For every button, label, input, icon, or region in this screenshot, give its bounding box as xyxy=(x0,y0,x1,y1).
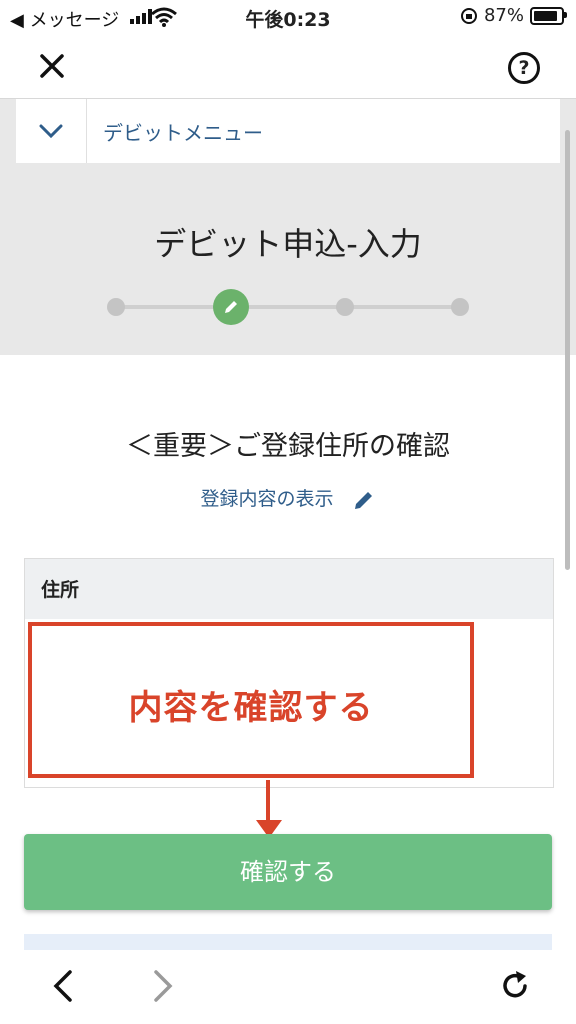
address-header: 住所 xyxy=(25,559,553,619)
battery-icon xyxy=(530,6,567,25)
annotation-box: 内容を確認する xyxy=(28,622,474,778)
progress-stepper xyxy=(107,289,469,325)
view-registration-link[interactable]: 登録内容の表示 xyxy=(0,484,576,512)
pencil-icon xyxy=(225,301,237,313)
battery-fill xyxy=(534,10,557,21)
chevron-down-icon[interactable] xyxy=(16,99,87,163)
debit-menu-label[interactable]: デビットメニュー xyxy=(103,117,263,146)
battery-percent: 87% xyxy=(483,5,524,26)
status-bar: ◀ メッセージ 午後0:23 87% xyxy=(0,0,576,34)
section-title: ＜重要＞ご登録住所の確認 xyxy=(126,431,450,462)
step-3 xyxy=(336,298,354,316)
page-title: デビット申込-入力 xyxy=(154,225,422,263)
scrollbar[interactable] xyxy=(565,130,570,570)
annotation-text: 内容を確認する xyxy=(128,688,374,728)
close-icon[interactable] xyxy=(34,48,70,84)
annotation-arrow-icon xyxy=(256,780,282,838)
step-4 xyxy=(451,298,469,316)
debit-menu-bar[interactable]: デビットメニュー xyxy=(16,99,560,163)
step-1 xyxy=(107,298,125,316)
chevron-left-icon[interactable] xyxy=(48,968,76,1004)
bottom-toolbar xyxy=(0,950,576,1024)
chevron-right-icon[interactable] xyxy=(150,968,178,1004)
orientation-lock-icon xyxy=(460,7,477,24)
status-right: 87% xyxy=(460,5,567,26)
pencil-icon[interactable] xyxy=(352,488,376,512)
reload-icon[interactable] xyxy=(498,968,532,1004)
view-registration-label[interactable]: 登録内容の表示 xyxy=(200,488,333,510)
step-2-active xyxy=(213,289,249,325)
header-area: デビットメニュー デビット申込-入力 xyxy=(0,99,576,355)
top-nav: ? xyxy=(0,34,576,99)
help-icon[interactable]: ? xyxy=(508,52,540,84)
confirm-button[interactable]: 確認する xyxy=(24,834,552,910)
